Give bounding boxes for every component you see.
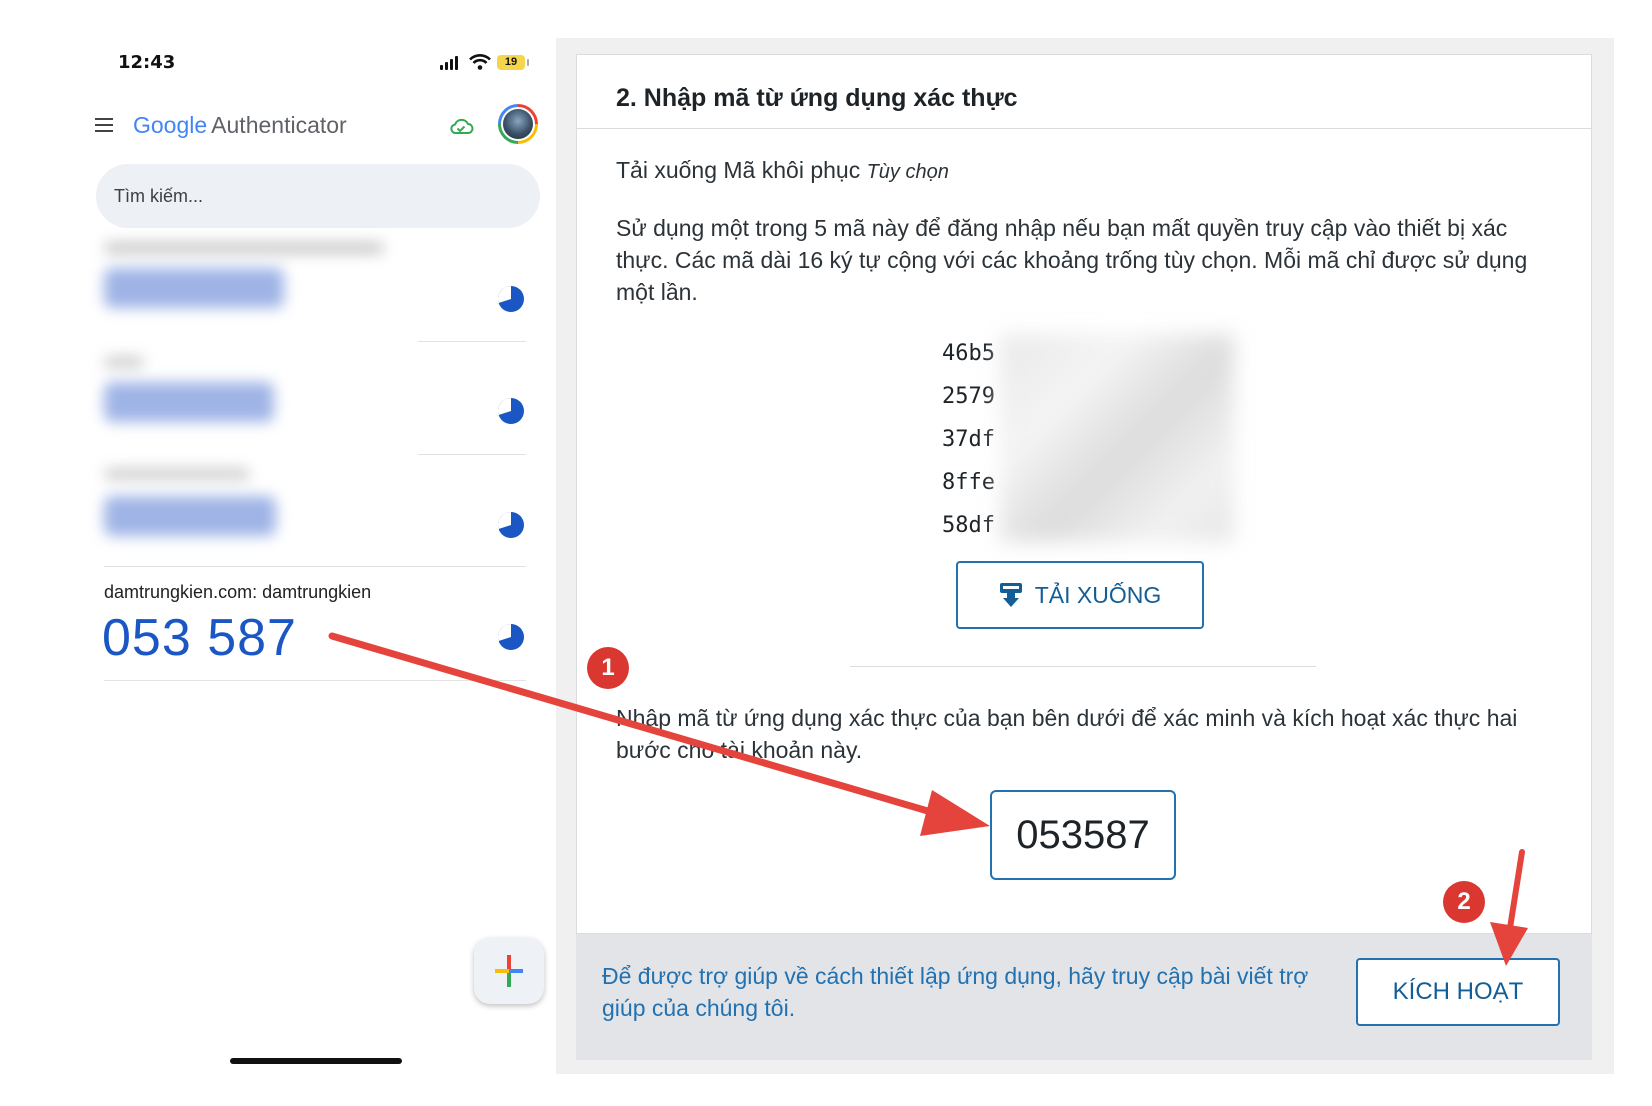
help-link[interactable]: Để được trợ giúp về cách thiết lập ứng d… — [602, 960, 1322, 1024]
divider — [850, 666, 1316, 667]
timer-icon — [497, 397, 524, 424]
redacted-codes-blur — [1000, 334, 1234, 542]
download-icon — [999, 583, 1022, 607]
recovery-heading-text: Tải xuống Mã khôi phục — [616, 157, 861, 183]
search-input[interactable]: Tìm kiếm... — [96, 164, 540, 228]
recovery-code: 8ffe — [942, 470, 995, 495]
auth-code-input[interactable]: 053587 — [990, 790, 1176, 880]
battery-icon: 19 — [497, 55, 529, 70]
signal-icon — [440, 65, 443, 70]
recovery-codes: 46b5 2579 37df 8ffe 58df — [942, 332, 995, 547]
download-button-label: TẢI XUỐNG — [1034, 581, 1162, 608]
account-label: damtrungkien.com: damtrungkien — [104, 582, 372, 602]
otp-code[interactable]: 053 587 — [102, 608, 297, 668]
app-title-text: Authenticator — [211, 112, 347, 138]
authenticator-phone: 12:43 19 Google Authenticator Tìm kiếm... — [0, 0, 560, 1106]
step-title: 2. Nhập mã từ ứng dụng xác thực — [616, 84, 1018, 112]
otp-entry[interactable] — [104, 236, 532, 332]
step-badge-2: 2 — [1443, 881, 1485, 923]
signal-bar — [445, 62, 448, 70]
google-logo-text: Google — [133, 112, 208, 138]
add-account-button[interactable] — [474, 938, 544, 1004]
activate-button[interactable]: KÍCH HOẠT — [1356, 958, 1560, 1026]
timer-icon — [497, 285, 524, 312]
recovery-code: 2579 — [942, 384, 995, 409]
add-icon — [495, 955, 523, 987]
signal-bar — [455, 56, 458, 70]
signal-bar — [450, 59, 453, 70]
step-badge-1: 1 — [587, 647, 629, 689]
recovery-code: 37df — [942, 427, 995, 452]
download-button[interactable]: TẢI XUỐNG — [956, 561, 1204, 629]
optional-label: Tùy chọn — [866, 161, 949, 183]
status-time: 12:43 — [118, 52, 176, 73]
avatar[interactable] — [498, 104, 538, 144]
recovery-description: Sử dụng một trong 5 mã này để đăng nhập … — [616, 215, 1528, 305]
app-bar: Google Authenticator — [95, 104, 545, 150]
timer-icon — [497, 511, 524, 538]
otp-entry[interactable] — [104, 462, 532, 558]
divider — [418, 454, 526, 455]
menu-icon[interactable] — [95, 118, 115, 134]
verify-instruction: Nhập mã từ ứng dụng xác thực của bạn bên… — [616, 705, 1518, 763]
activate-button-label: KÍCH HOẠT — [1392, 978, 1524, 1005]
app-title: Google Authenticator — [133, 112, 347, 139]
home-indicator — [230, 1058, 402, 1064]
divider — [576, 128, 1592, 129]
recovery-code: 58df — [942, 513, 995, 538]
timer-icon — [497, 623, 524, 650]
divider — [104, 680, 526, 681]
recovery-heading: Tải xuống Mã khôi phục Tùy chọn — [616, 154, 949, 188]
cloud-sync-icon[interactable] — [448, 116, 474, 136]
wifi-icon — [469, 54, 491, 70]
recovery-code: 46b5 — [942, 341, 995, 366]
otp-entry[interactable] — [104, 350, 532, 446]
divider — [418, 341, 526, 342]
divider — [104, 566, 526, 567]
